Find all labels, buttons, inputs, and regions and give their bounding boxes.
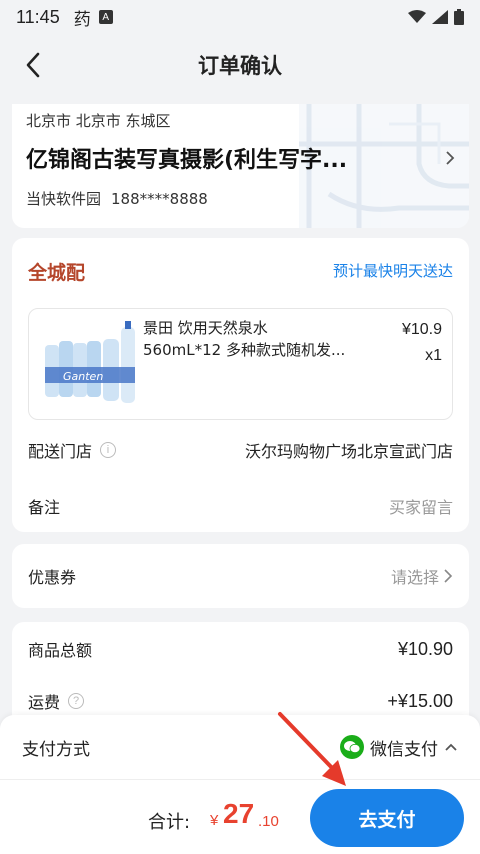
battery-icon <box>454 9 464 25</box>
chevron-right-icon <box>444 569 453 583</box>
app-notification-icon: 药 <box>73 9 91 30</box>
app-badge-icon: A <box>98 10 113 24</box>
contact-phone: 188****8888 <box>111 190 208 208</box>
shipping-value: +¥15.00 <box>387 690 453 711</box>
signal-icon <box>432 10 448 24</box>
address-name: 亿锦阁古装写真摄影(利生写字... <box>26 148 348 173</box>
payment-method-select[interactable]: 微信支付 <box>340 735 458 760</box>
shipping-row: 运费 ? +¥15.00 <box>28 688 453 714</box>
payment-method-label: 微信支付 <box>370 739 438 760</box>
product-name-line1: 景田 饮用天然泉水 <box>143 319 268 337</box>
checkout-bar: 合计: ¥ 27 .10 去支付 <box>0 779 480 854</box>
coupon-label: 优惠券 <box>28 568 77 587</box>
product-price: ¥10.9 <box>401 321 442 338</box>
pay-button[interactable]: 去支付 <box>310 789 464 847</box>
store-value: 沃尔玛购物广场北京宣武门店 <box>244 442 453 461</box>
contact-name: 当快软件园 <box>26 190 102 208</box>
address-region: 北京市 北京市 东城区 <box>26 112 171 130</box>
info-icon[interactable]: i <box>100 442 117 458</box>
delivery-type: 全城配 <box>28 262 86 284</box>
back-button[interactable] <box>18 50 48 80</box>
help-icon[interactable]: ? <box>68 693 85 709</box>
page-title: 订单确认 <box>198 54 282 78</box>
coupon-select[interactable]: 请选择 <box>391 564 453 588</box>
wechat-pay-icon <box>340 735 364 759</box>
remark-input[interactable]: 买家留言 <box>389 494 453 518</box>
coupon-row[interactable]: 优惠券 请选择 <box>28 563 453 589</box>
product-image: Ganten <box>45 321 135 403</box>
remark-label: 备注 <box>28 498 61 517</box>
shipping-label: 运费 <box>28 693 61 712</box>
remark-row[interactable]: 备注 买家留言 <box>28 493 453 519</box>
goods-total-value: ¥10.90 <box>397 638 453 659</box>
product-name-line2: 560mL*12 多种款式随机发... <box>143 341 346 359</box>
product-quantity: x1 <box>425 347 442 364</box>
total-decimal: .10 <box>258 813 279 830</box>
address-card[interactable]: 北京市 北京市 东城区 亿锦阁古装写真摄影(利生写字... 当快软件园 188**… <box>12 104 469 228</box>
status-time: 11:45 <box>16 6 60 27</box>
total-currency: ¥ <box>210 812 219 829</box>
nav-bar: 订单确认 <box>0 34 480 96</box>
total-label: 合计: <box>148 812 191 833</box>
order-card: 全城配 预计最快明天送达 Ganten 景田 饮用天然泉水 560mL*12 多… <box>12 238 469 532</box>
product-item[interactable]: Ganten 景田 饮用天然泉水 560mL*12 多种款式随机发... ¥10… <box>28 308 453 420</box>
total-integer: 27 <box>223 798 255 829</box>
chevron-left-icon <box>26 52 40 78</box>
product-image-label: Ganten <box>63 370 103 383</box>
chevron-right-icon <box>446 151 455 165</box>
coupon-card[interactable]: 优惠券 请选择 <box>12 544 469 608</box>
product-name: 景田 饮用天然泉水 560mL*12 多种款式随机发... <box>143 317 373 361</box>
store-label: 配送门店 <box>28 442 93 461</box>
payment-method-panel[interactable]: 支付方式 微信支付 <box>0 715 480 779</box>
address-contact: 当快软件园 188****8888 <box>26 188 218 209</box>
coupon-value: 请选择 <box>390 568 439 587</box>
delivery-eta: 预计最快明天送达 <box>332 262 453 280</box>
status-bar: 11:45 药 A <box>0 0 480 34</box>
wifi-icon <box>408 10 426 23</box>
goods-total-label: 商品总额 <box>28 641 93 660</box>
chevron-up-icon <box>445 743 457 751</box>
goods-total-row: 商品总额 ¥10.90 <box>28 636 453 662</box>
payment-label: 支付方式 <box>22 739 90 760</box>
store-row: 配送门店 i 沃尔玛购物广场北京宣武门店 <box>28 437 453 463</box>
